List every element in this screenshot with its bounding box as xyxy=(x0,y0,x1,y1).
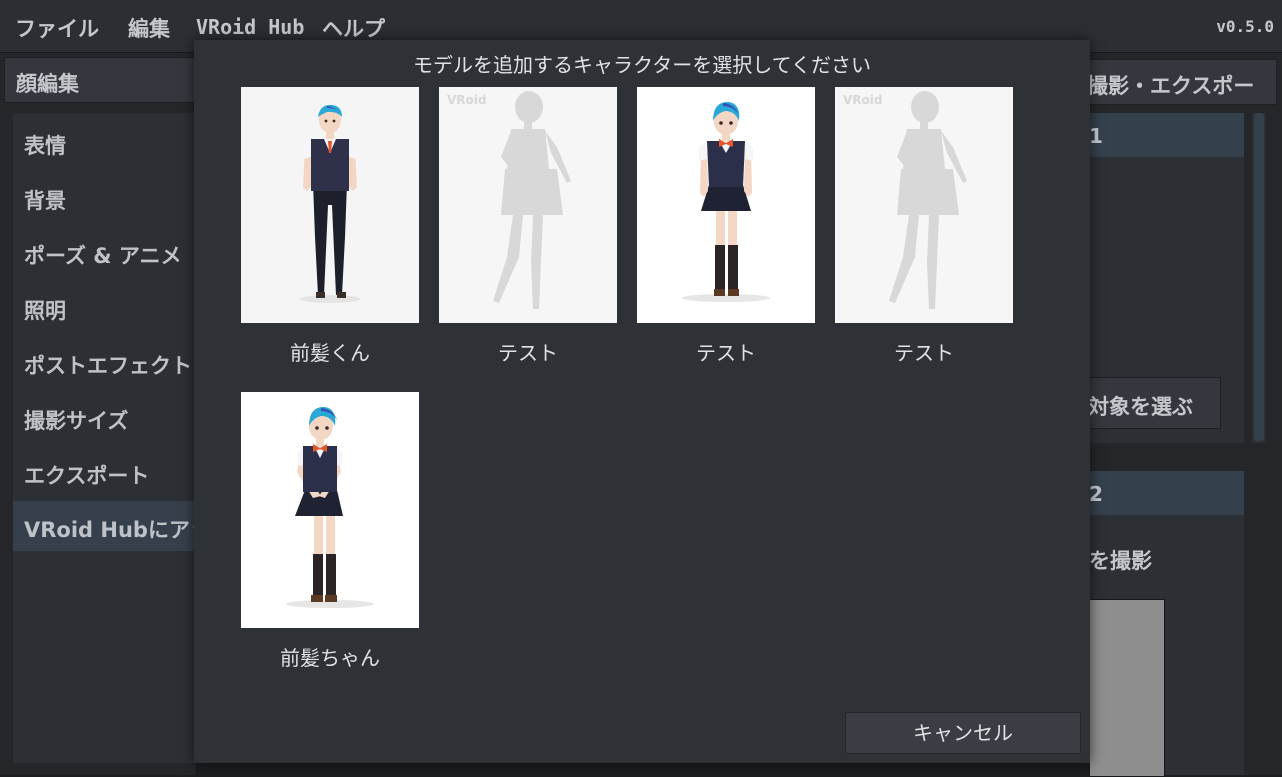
nav-item-label: ポストエフェクト xyxy=(24,354,192,378)
nav-item-label: 背景 xyxy=(24,189,66,213)
girl-character-image xyxy=(682,101,770,302)
face-edit-tab-label: 顔編集 xyxy=(16,72,79,96)
character-thumbnail[interactable] xyxy=(637,87,815,323)
girl-character-image xyxy=(286,406,374,608)
version-label: v0.5.0 xyxy=(1216,17,1274,36)
character-card[interactable]: VRoid テスト xyxy=(439,87,617,377)
nav-item-label: 撮影サイズ xyxy=(24,409,129,433)
nav-list: 表情 背景 ポーズ & アニメ 照明 ポストエフェクト 撮影サイズ エクスポート… xyxy=(13,113,196,763)
character-select-dialog: モデルを追加するキャラクターを選択してください 前髪くん VRoid テスト テ… xyxy=(194,40,1090,763)
nav-item-label: ポーズ & アニメ xyxy=(24,244,182,268)
right-panel: 撮影・エクスポー 1 対象を選ぶ 2 を撮影 xyxy=(1089,53,1282,777)
cancel-button[interactable]: キャンセル xyxy=(845,712,1081,754)
character-card[interactable]: VRoid テスト xyxy=(835,87,1013,377)
nav-item-label: 照明 xyxy=(24,299,66,323)
menu-file[interactable]: ファイル xyxy=(15,13,99,43)
nav-item-label: エクスポート xyxy=(24,464,150,488)
shoot-export-tab[interactable]: 撮影・エクスポー xyxy=(1089,59,1277,105)
character-name: テスト xyxy=(498,341,558,365)
character-thumbnail[interactable]: VRoid xyxy=(439,87,617,323)
nav-item-post-effect[interactable]: ポストエフェクト xyxy=(13,337,196,387)
step-1-number: 1 xyxy=(1089,124,1103,148)
menu-edit[interactable]: 編集 xyxy=(128,13,170,43)
step-1-header: 1 xyxy=(1089,113,1244,157)
step-2-header: 2 xyxy=(1089,471,1244,515)
shoot-preview xyxy=(1089,599,1165,777)
character-card[interactable]: 前髪ちゃん xyxy=(241,392,419,682)
test-character-image xyxy=(493,91,571,309)
nav-item-background[interactable]: 背景 xyxy=(13,172,196,222)
select-target-button[interactable]: 対象を選ぶ xyxy=(1089,377,1221,429)
step-2-number: 2 xyxy=(1089,482,1103,506)
menu-help[interactable]: ヘルプ xyxy=(322,13,385,43)
nav-item-export[interactable]: エクスポート xyxy=(13,447,196,497)
character-name: 前髪ちゃん xyxy=(280,646,380,670)
character-name: テスト xyxy=(894,341,954,365)
nav-item-expression[interactable]: 表情 xyxy=(13,117,196,167)
dialog-title: モデルを追加するキャラクターを選択してください xyxy=(413,53,871,77)
scrollbar-thumb[interactable] xyxy=(1254,113,1264,441)
character-name: テスト xyxy=(696,341,756,365)
character-name: 前髪くん xyxy=(290,341,370,365)
nav-item-shoot-size[interactable]: 撮影サイズ xyxy=(13,392,196,442)
character-thumbnail[interactable] xyxy=(241,87,419,323)
menu-vroid-hub[interactable]: VRoid Hub xyxy=(196,15,304,39)
nav-item-vroid-hub-upload[interactable]: VRoid Hubにアップ xyxy=(13,501,196,551)
shoot-label: を撮影 xyxy=(1089,549,1152,573)
scrollbar[interactable] xyxy=(1252,113,1266,443)
nav-item-label: VRoid Hubにアップ xyxy=(24,518,196,542)
nav-item-label: 表情 xyxy=(24,134,66,158)
nav-item-lighting[interactable]: 照明 xyxy=(13,282,196,332)
select-target-label: 対象を選ぶ xyxy=(1089,395,1193,419)
test-character-image xyxy=(889,91,967,309)
character-thumbnail[interactable] xyxy=(241,392,419,628)
boy-character-image xyxy=(300,104,360,303)
character-thumbnail[interactable]: VRoid xyxy=(835,87,1013,323)
nav-item-pose-animation[interactable]: ポーズ & アニメ xyxy=(13,227,196,277)
shoot-export-tab-label: 撮影・エクスポー xyxy=(1089,74,1255,98)
character-card[interactable]: テスト xyxy=(637,87,815,377)
character-card[interactable]: 前髪くん xyxy=(241,87,419,377)
left-panel: 顔編集 表情 背景 ポーズ & アニメ 照明 ポストエフェクト 撮影サイズ エク… xyxy=(0,53,198,775)
face-edit-tab[interactable]: 顔編集 xyxy=(4,57,198,103)
